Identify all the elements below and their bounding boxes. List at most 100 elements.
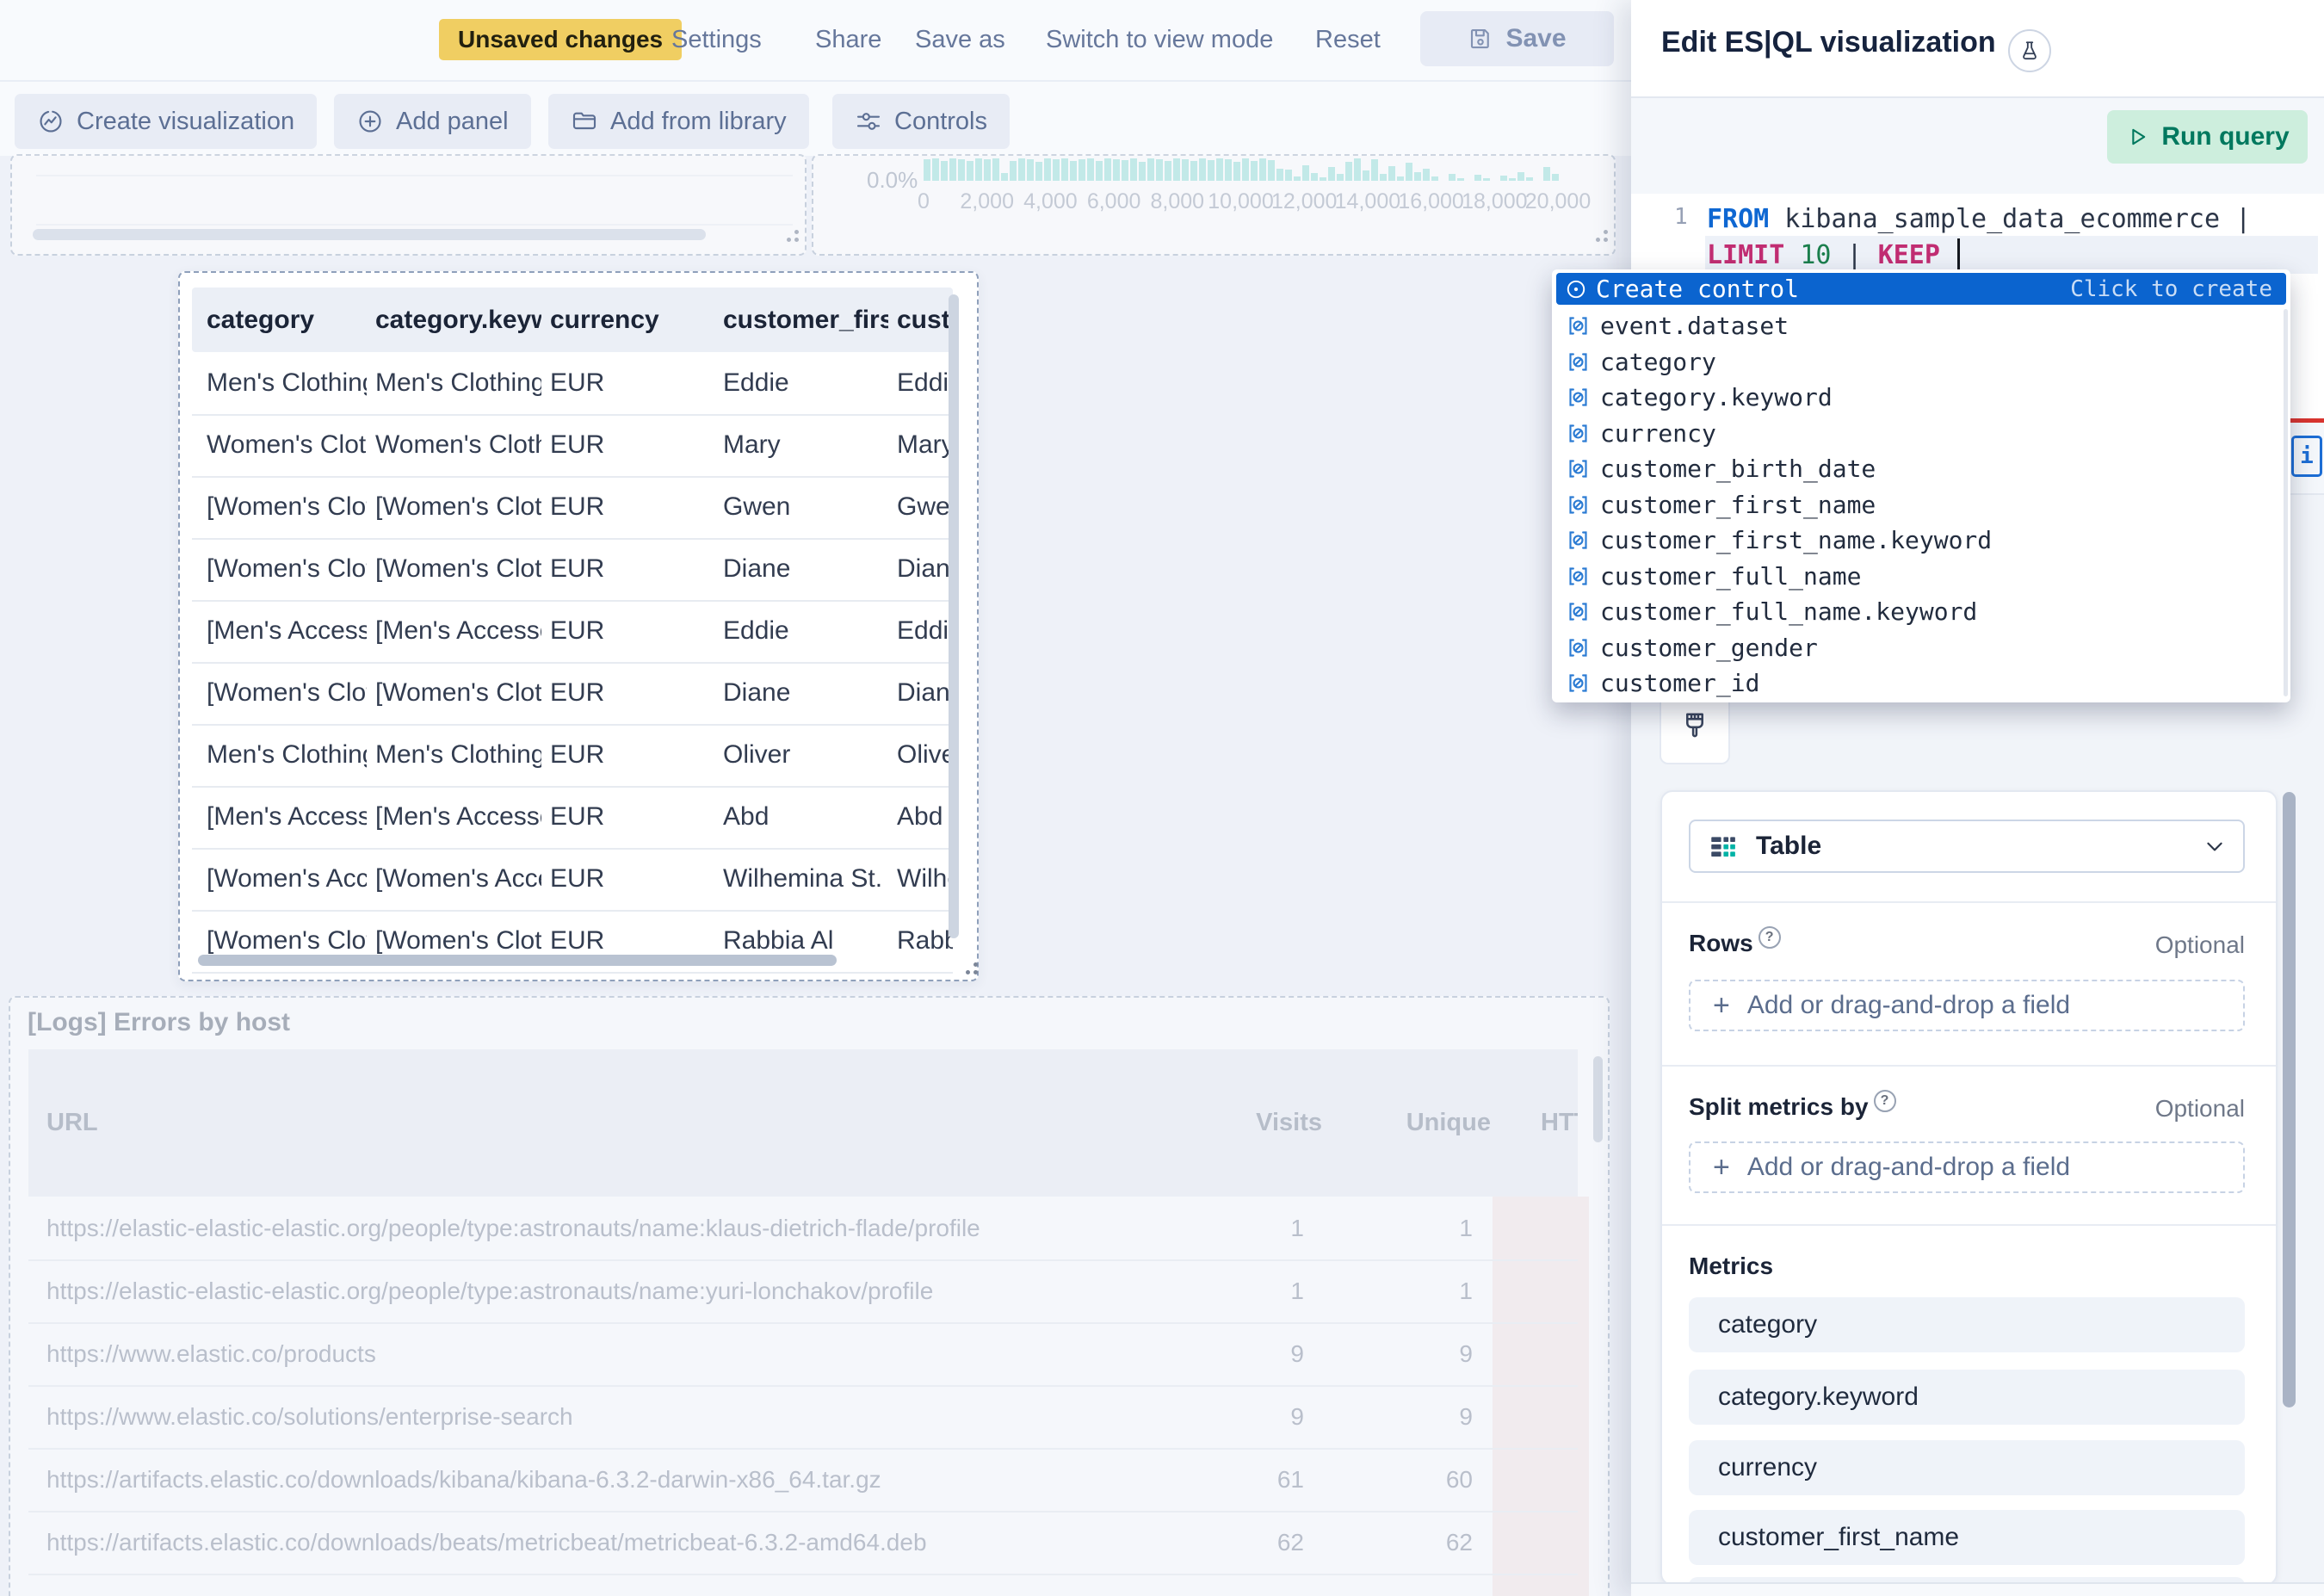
nav-link-reset[interactable]: Reset bbox=[1315, 0, 1381, 80]
table-cell: Oliver bbox=[897, 724, 953, 786]
histogram-bar bbox=[1070, 161, 1077, 181]
brush-icon bbox=[1678, 710, 1711, 743]
create-visualization-button[interactable]: Create visualization bbox=[15, 94, 317, 149]
table-cell: Eddie bbox=[723, 352, 888, 414]
column-header-currency[interactable]: currency bbox=[550, 288, 714, 352]
code-token bbox=[1940, 240, 1956, 270]
metric-field-pill[interactable]: currency bbox=[1689, 1440, 2245, 1495]
logs-row: https://elastic-elastic-elastic.org/peop… bbox=[28, 1259, 1578, 1324]
table-cell: EUR bbox=[550, 600, 714, 662]
suggest-field-customer_id[interactable]: customer_id bbox=[1556, 665, 2286, 701]
metric-field-pill[interactable]: category.keyword bbox=[1689, 1370, 2245, 1425]
table-cell: Abd bbox=[897, 786, 953, 848]
histogram-bar bbox=[1001, 173, 1008, 181]
table-row: [Men's Accessories][Men's Accessories]EU… bbox=[192, 786, 953, 850]
split-add-field-dropzone[interactable]: + Add or drag-and-drop a field bbox=[1689, 1141, 2245, 1193]
code-token bbox=[1784, 240, 1800, 270]
help-question-icon[interactable]: ? bbox=[1874, 1090, 1896, 1112]
metric-field-pill[interactable]: customer_first_name bbox=[1689, 1510, 2245, 1565]
save-button-label: Save bbox=[1505, 24, 1566, 53]
histogram-bar bbox=[1113, 159, 1120, 181]
table-cell: EUR bbox=[550, 662, 714, 724]
logs-url-cell: https://www.elastic.co/products bbox=[46, 1322, 1079, 1385]
x-tick-label: 20,000 bbox=[1525, 189, 1591, 214]
resize-handle-icon[interactable] bbox=[1596, 238, 1600, 242]
histogram-bar bbox=[1104, 158, 1111, 181]
vertical-scrollbar[interactable] bbox=[949, 294, 959, 938]
rows-add-field-dropzone[interactable]: + Add or drag-and-drop a field bbox=[1689, 980, 2245, 1031]
suggest-field-label: customer_first_name bbox=[1600, 491, 1876, 519]
suggest-field-label: event.dataset bbox=[1600, 312, 1789, 340]
field-icon bbox=[1567, 565, 1590, 588]
vertical-scrollbar[interactable] bbox=[1593, 1056, 1603, 1142]
help-question-icon[interactable]: ? bbox=[1758, 926, 1781, 949]
suggest-field-customer_full_name.keyword[interactable]: customer_full_name.keyword bbox=[1556, 594, 2286, 629]
suggest-create-control-item[interactable]: Create control Click to create bbox=[1556, 273, 2286, 305]
code-line-1: FROM kibana_sample_data_ecommerce | bbox=[1707, 201, 2251, 237]
x-tick-label: 4,000 bbox=[1023, 189, 1078, 214]
nav-link-switch-to-view-mode[interactable]: Switch to view mode bbox=[1046, 0, 1273, 80]
logs-visits-cell: 16 bbox=[1132, 1574, 1304, 1596]
dropdown-scrollbar[interactable] bbox=[2284, 309, 2288, 696]
logs-url-cell: https://elastic-elastic-elastic.org/peop… bbox=[46, 1259, 1079, 1322]
chart-type-switcher[interactable]: Table bbox=[1689, 820, 2245, 873]
flyout-header: Edit ES|QL visualization bbox=[1631, 0, 2324, 98]
resize-handle-icon[interactable] bbox=[966, 970, 970, 974]
panel-histogram[interactable]: 0.0% 02,0004,0006,0008,00010,00012,00014… bbox=[812, 154, 1616, 256]
histogram-bar bbox=[1509, 178, 1516, 181]
code-token: | bbox=[1832, 240, 1878, 270]
suggest-field-customer_full_name[interactable]: customer_full_name bbox=[1556, 559, 2286, 594]
table-row: Men's ClothingMen's ClothingEUREddieEddi… bbox=[192, 352, 953, 416]
table-cell: EUR bbox=[550, 538, 714, 600]
split-label-text: Split metrics by bbox=[1689, 1093, 1869, 1121]
panel-logs-errors-by-host[interactable]: [Logs] Errors by host URL Visits Unique … bbox=[9, 996, 1610, 1596]
metric-field-pill[interactable]: category bbox=[1689, 1297, 2245, 1352]
run-query-button[interactable]: Run query bbox=[2107, 110, 2308, 164]
suggest-field-label: category.keyword bbox=[1600, 383, 1833, 411]
logs-row: https://www.elastic.co/solutions/busines… bbox=[28, 1574, 1578, 1596]
table-cell: [Women's Clothing] bbox=[375, 476, 541, 538]
horizontal-scrollbar[interactable] bbox=[33, 229, 706, 240]
histogram-bar bbox=[1423, 169, 1430, 181]
resize-handle-icon[interactable] bbox=[787, 238, 791, 242]
add-from-library-button[interactable]: Add from library bbox=[548, 94, 809, 149]
column-header-category.keyword[interactable]: category.keyword bbox=[375, 288, 541, 352]
save-button[interactable]: Save bbox=[1420, 11, 1614, 66]
suggest-field-customer_first_name.keyword[interactable]: customer_first_name.keyword bbox=[1556, 523, 2286, 558]
query-actions-bar: Run query bbox=[1631, 98, 2324, 194]
controls-button[interactable]: Controls bbox=[832, 94, 1010, 149]
suggest-field-category.keyword[interactable]: category.keyword bbox=[1556, 380, 2286, 415]
suggest-field-category[interactable]: category bbox=[1556, 344, 2286, 380]
histogram-bar bbox=[1044, 158, 1051, 181]
toolbar-button-label: Add from library bbox=[610, 108, 787, 136]
logs-row: https://www.elastic.co/solutions/enterpr… bbox=[28, 1385, 1578, 1450]
suggest-field-customer_first_name[interactable]: customer_first_name bbox=[1556, 487, 2286, 523]
column-header-customer_first_name.keyword[interactable]: customer_first_name.keyword bbox=[897, 288, 953, 352]
column-header-category[interactable]: category bbox=[207, 288, 367, 352]
suggest-field-label: category bbox=[1600, 348, 1716, 376]
suggest-field-currency[interactable]: currency bbox=[1556, 416, 2286, 451]
histogram-bar bbox=[1363, 170, 1369, 181]
suggest-field-label: customer_first_name.keyword bbox=[1600, 526, 1992, 554]
add-panel-button[interactable]: Add panel bbox=[334, 94, 531, 149]
nav-link-save-as[interactable]: Save as bbox=[915, 0, 1005, 80]
histogram-bars bbox=[924, 156, 1565, 181]
suggest-field-customer_gender[interactable]: customer_gender bbox=[1556, 630, 2286, 665]
panel-empty-table[interactable] bbox=[10, 154, 807, 256]
suggest-field-event.dataset[interactable]: event.dataset bbox=[1556, 308, 2286, 343]
column-header-customer_first_name[interactable]: customer_first_name bbox=[723, 288, 888, 352]
horizontal-scrollbar[interactable] bbox=[198, 955, 837, 966]
esql-docs-icon[interactable]: i bbox=[2291, 436, 2322, 477]
nav-link-share[interactable]: Share bbox=[815, 0, 881, 80]
suggest-field-customer_birth_date[interactable]: customer_birth_date bbox=[1556, 451, 2286, 486]
histogram-bar bbox=[1087, 158, 1094, 181]
unsaved-changes-badge[interactable]: Unsaved changes bbox=[439, 19, 682, 60]
toolbar-button-label: Controls bbox=[894, 108, 987, 136]
tech-preview-flask-icon[interactable] bbox=[2008, 29, 2051, 72]
histogram-bar bbox=[1311, 173, 1318, 181]
table-cell: [Women's Clothing] bbox=[207, 662, 367, 724]
panel-esql-table-selected[interactable]: categorycategory.keywordcurrencycustomer… bbox=[178, 271, 979, 981]
table-cell: Mary bbox=[897, 414, 953, 476]
flyout-scrollbar[interactable] bbox=[2283, 792, 2296, 1407]
nav-link-settings[interactable]: Settings bbox=[671, 0, 762, 80]
